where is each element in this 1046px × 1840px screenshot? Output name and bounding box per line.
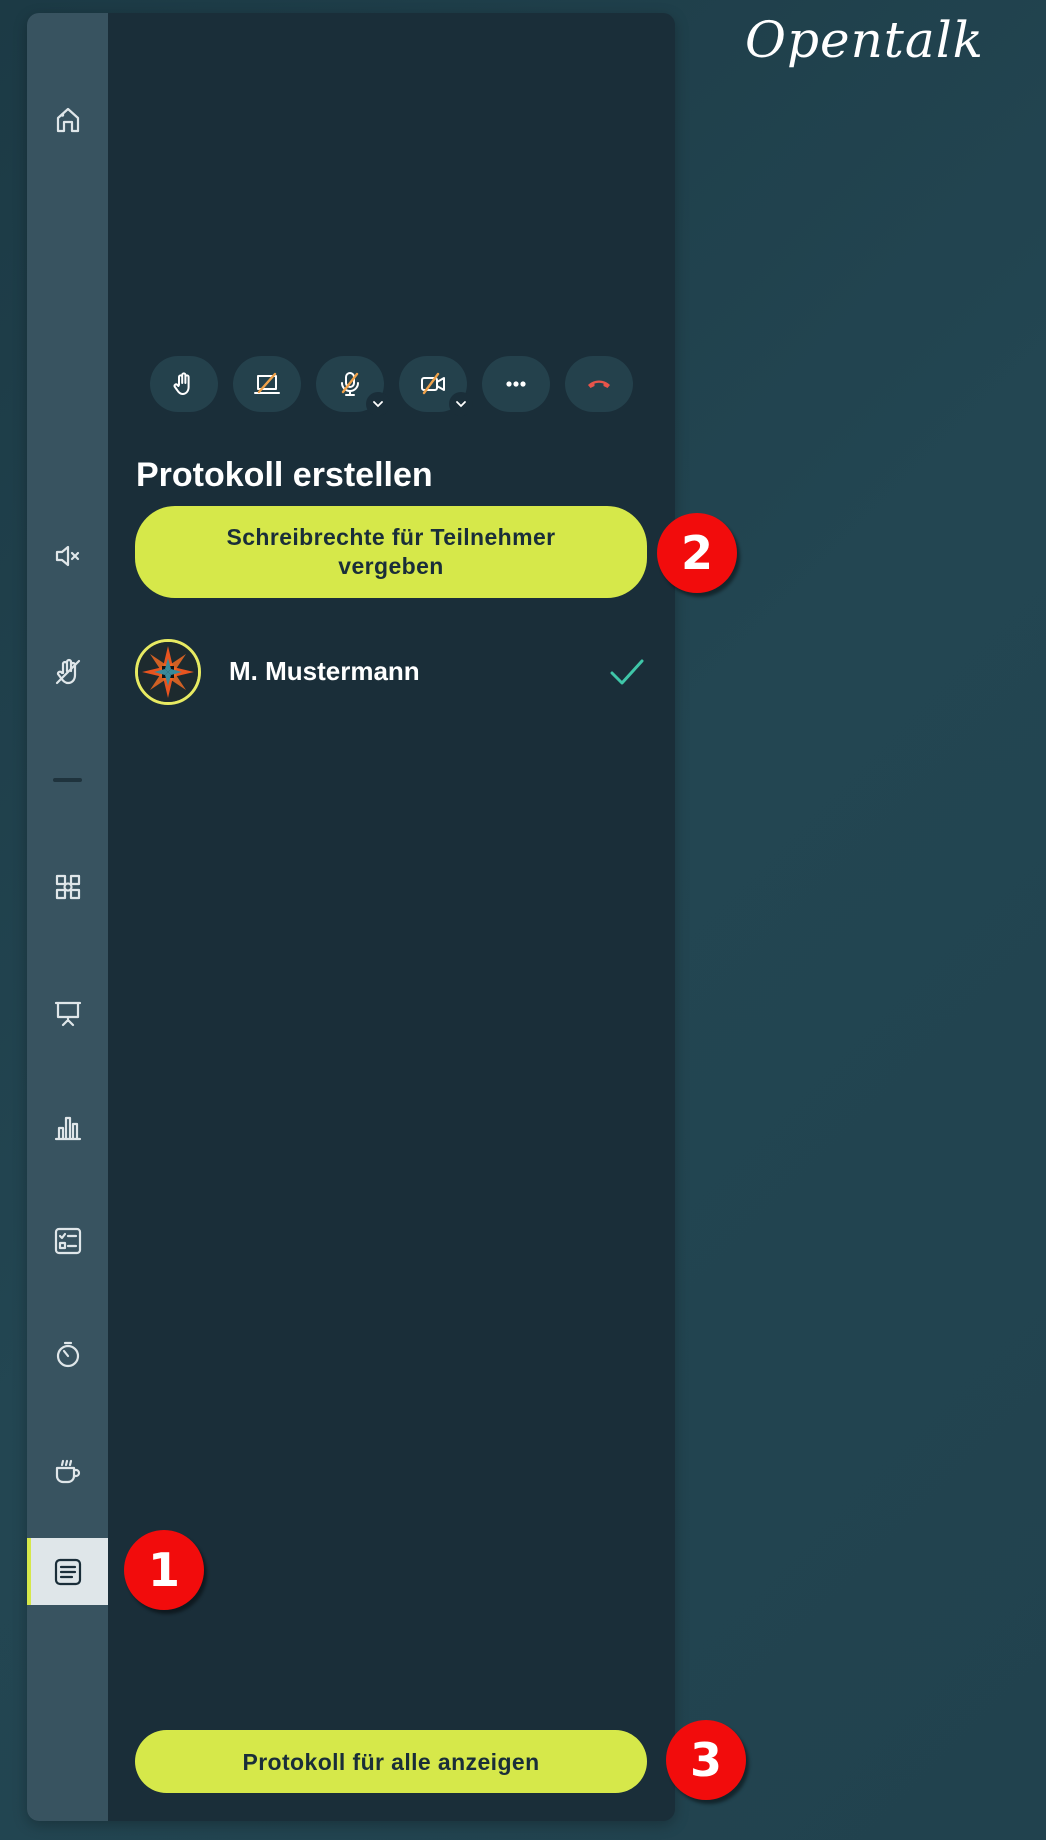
home-icon[interactable]: [27, 92, 108, 148]
show-protocol-to-all-button[interactable]: Protokoll für alle anzeigen: [135, 1730, 647, 1793]
assign-write-rights-button[interactable]: Schreibrechte für Teilnehmer vergeben: [135, 506, 647, 598]
camera-button[interactable]: [399, 356, 473, 416]
hang-up-button[interactable]: [565, 356, 633, 412]
hang-up-icon: [588, 380, 610, 388]
poll-icon[interactable]: [27, 1100, 108, 1156]
participant-row[interactable]: M. Mustermann: [135, 639, 647, 709]
muted-hand-icon[interactable]: [27, 644, 108, 700]
protocol-title: Protokoll erstellen: [136, 456, 433, 494]
participant-name: M. Mustermann: [229, 656, 420, 686]
camera-off-icon: [421, 372, 445, 395]
sidebar-item-protocol[interactable]: [27, 1538, 108, 1605]
sidebar-divider: [53, 778, 82, 782]
avatar: [135, 639, 201, 705]
timer-icon[interactable]: [27, 1327, 108, 1383]
speaker-muted-icon[interactable]: [27, 528, 108, 584]
more-options-icon: [506, 381, 526, 387]
camera-options-caret[interactable]: [449, 392, 473, 416]
microphone-options-caret[interactable]: [366, 392, 390, 416]
call-controls: [27, 356, 675, 416]
sidebar-rail: [27, 13, 108, 1821]
annotation-marker-2: 2: [657, 513, 737, 593]
microphone-button[interactable]: [316, 356, 390, 416]
chevron-down-icon: [373, 401, 383, 408]
more-options-button[interactable]: [482, 356, 550, 412]
microphone-off-icon: [341, 372, 359, 396]
chevron-down-icon: [456, 401, 466, 408]
check-icon[interactable]: [607, 653, 647, 693]
protocol-icon[interactable]: [27, 1544, 108, 1600]
screen-share-button[interactable]: [233, 356, 301, 412]
meeting-panel: Protokoll erstellen Schreibrechte für Te…: [27, 13, 675, 1821]
raise-hand-icon: [173, 372, 190, 395]
coffee-break-icon[interactable]: [27, 1443, 108, 1499]
annotation-marker-1: 1: [124, 1530, 204, 1610]
screen-share-off-icon: [254, 372, 280, 394]
opentalk-logo: Opentalk: [745, 11, 984, 69]
annotation-marker-3: 3: [666, 1720, 746, 1800]
breakout-rooms-icon[interactable]: [27, 859, 108, 915]
raise-hand-button[interactable]: [150, 356, 218, 412]
checklist-icon[interactable]: [27, 1213, 108, 1269]
presentation-icon[interactable]: [27, 985, 108, 1041]
